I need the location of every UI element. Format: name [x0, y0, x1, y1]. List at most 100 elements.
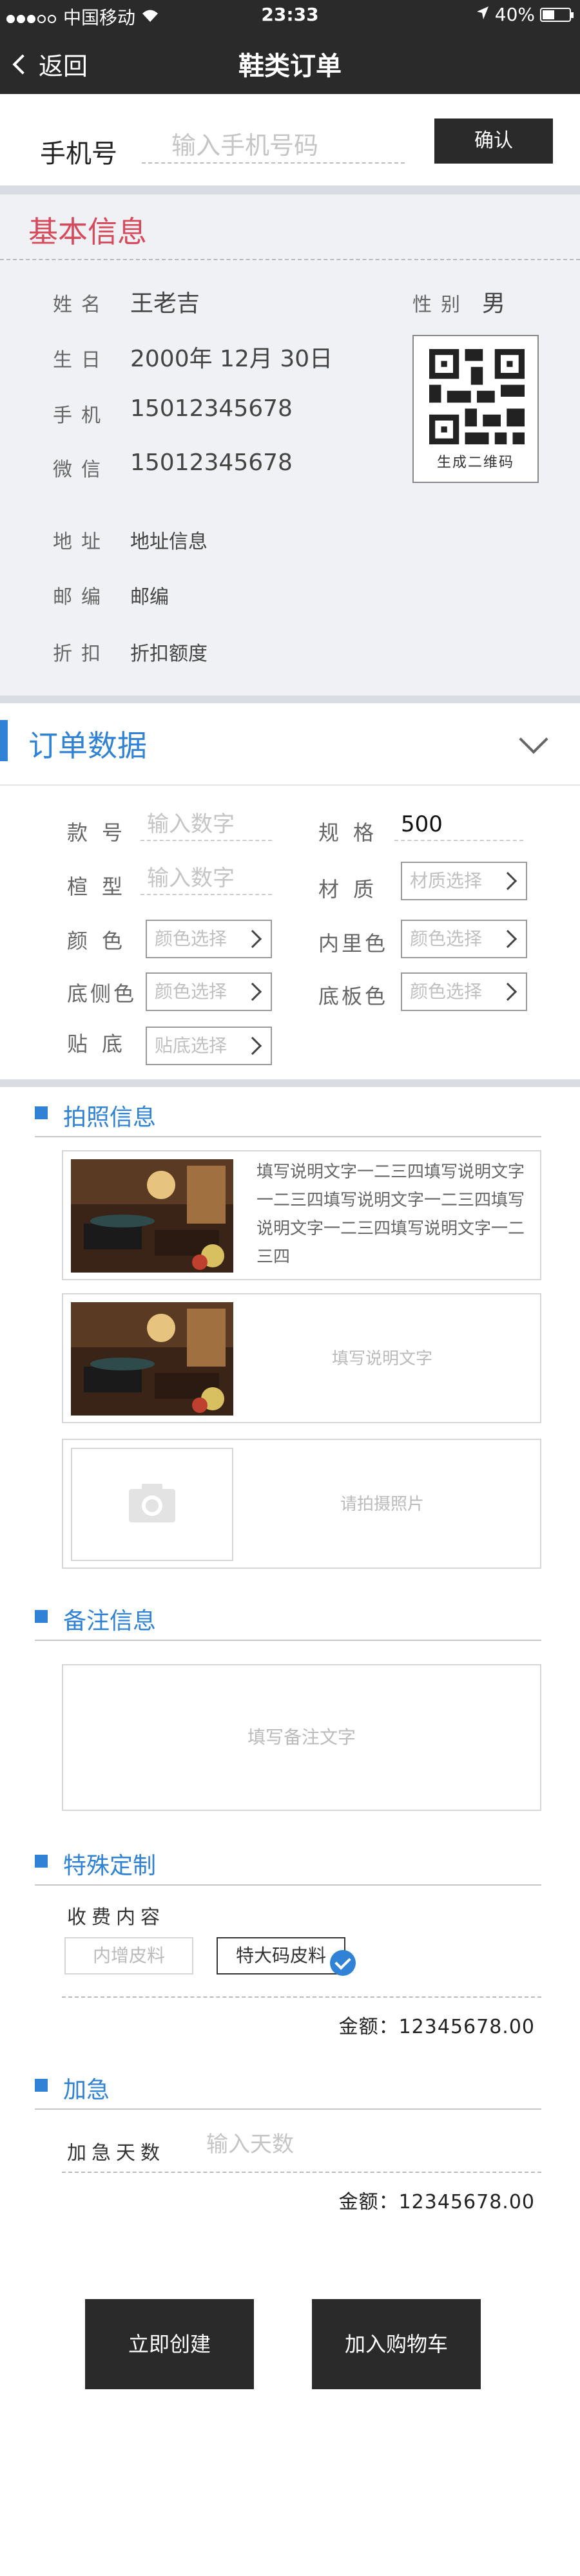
divider: [0, 1079, 580, 1087]
photo-description: 填写说明文字: [331, 1349, 432, 1368]
color-label: 颜色: [67, 929, 137, 953]
lining-color-select[interactable]: 颜色选择: [401, 920, 527, 958]
qr-generate-button[interactable]: 生成二维码: [412, 335, 539, 483]
battery-percent: 40%: [494, 4, 535, 25]
last-label: 楦型: [67, 875, 137, 899]
status-bar: 中国移动 23:33 40%: [0, 0, 580, 31]
gender-value: 男: [482, 290, 506, 317]
remark-info-header: 备注信息: [35, 1595, 541, 1641]
name-value: 王老吉: [130, 290, 200, 317]
add-to-cart-button[interactable]: 加入购物车: [312, 2299, 481, 2389]
postcode-value: 邮编: [130, 586, 169, 609]
discount-label: 折扣: [53, 643, 110, 665]
sole-side-color-select-text: 颜色选择: [155, 981, 227, 1002]
chevron-right-icon: [498, 929, 517, 949]
style-no-label: 款号: [67, 820, 137, 845]
urgent-title: 加急: [63, 2077, 110, 2103]
insole-label: 贴底: [67, 1032, 137, 1056]
section-marker: [35, 1106, 48, 1119]
option-chip[interactable]: 内增皮料: [64, 1937, 193, 1975]
chevron-right-icon: [498, 982, 517, 1001]
address-value: 地址信息: [130, 531, 208, 553]
restaurant-photo: [71, 1302, 233, 1416]
add-photo-card[interactable]: 请拍摄照片: [62, 1439, 541, 1569]
special-amount: 金额：12345678.00: [338, 2016, 535, 2038]
chevron-down-icon[interactable]: [519, 724, 548, 754]
material-label: 材质: [318, 877, 389, 902]
urgent-days-label: 加急天数: [67, 2142, 165, 2164]
order-data-header[interactable]: 订单数据: [0, 708, 580, 786]
create-now-button[interactable]: 立即创建: [85, 2299, 254, 2389]
phone-input[interactable]: 输入手机号码: [142, 128, 405, 164]
gender-label: 性别: [412, 294, 469, 316]
divider: [0, 259, 580, 260]
divider: [0, 185, 580, 194]
page-title: 鞋类订单: [238, 52, 342, 81]
sole-side-color-label: 底侧色: [67, 981, 137, 1006]
fee-content-label: 收费内容: [67, 1906, 165, 1929]
order-data-title: 订单数据: [28, 728, 147, 763]
option-chip-selected[interactable]: 特大码皮料: [217, 1937, 345, 1975]
name-label: 姓名: [53, 294, 110, 316]
sole-board-color-select-text: 颜色选择: [410, 981, 483, 1002]
wechat-value: 15012345678: [130, 450, 293, 476]
color-select[interactable]: 颜色选择: [146, 920, 272, 958]
birthday-value: 2000年 12月 30日: [130, 346, 333, 372]
discount-value: 折扣额度: [130, 643, 208, 665]
material-select-text: 材质选择: [410, 870, 483, 891]
remark-textarea[interactable]: 填写备注文字: [62, 1664, 541, 1811]
photo-info-title: 拍照信息: [63, 1104, 157, 1131]
mobile-value: 15012345678: [130, 395, 293, 422]
basic-info-title: 基本信息: [28, 214, 147, 249]
last-input[interactable]: 输入数字: [140, 864, 272, 895]
phone-label: 手机号: [40, 139, 117, 169]
divider: [62, 2172, 541, 2173]
phone-lookup-row: 手机号 输入手机号码 确认: [0, 94, 580, 185]
postcode-label: 邮编: [53, 586, 110, 609]
camera-placeholder[interactable]: [71, 1448, 233, 1561]
section-marker: [35, 2079, 48, 2092]
special-custom-header: 特殊定制: [35, 1839, 541, 1886]
section-marker: [35, 1610, 48, 1623]
lining-color-label: 内里色: [318, 931, 389, 956]
section-marker: [35, 1855, 48, 1868]
address-label: 地址: [53, 531, 110, 553]
location-icon: [476, 4, 490, 25]
qr-label: 生成二维码: [436, 455, 514, 471]
basic-info-panel: 基本信息 姓名 王老吉 性别 男 生日 2000年 12月 30日 手机 150…: [0, 194, 580, 698]
chevron-right-icon: [243, 929, 262, 949]
photo-info-header: 拍照信息: [35, 1091, 541, 1137]
check-icon: [330, 1950, 356, 1976]
wechat-label: 微信: [53, 459, 110, 481]
section-marker: [0, 720, 8, 761]
chevron-right-icon: [498, 871, 517, 891]
camera-icon: [129, 1484, 175, 1522]
style-no-input[interactable]: 输入数字: [140, 810, 272, 841]
sole-side-color-select[interactable]: 颜色选择: [146, 972, 272, 1011]
spec-input[interactable]: 500: [394, 810, 523, 841]
sole-board-color-label: 底板色: [318, 984, 389, 1009]
urgent-days-input[interactable]: 输入天数: [200, 2130, 406, 2161]
insole-select[interactable]: 贴底选择: [146, 1027, 272, 1065]
special-custom-title: 特殊定制: [63, 1853, 157, 1879]
restaurant-photo: [71, 1159, 233, 1273]
sole-board-color-select[interactable]: 颜色选择: [401, 972, 527, 1011]
urgent-header: 加急: [35, 2063, 541, 2110]
divider: [0, 784, 580, 786]
urgent-amount: 金额：12345678.00: [338, 2191, 535, 2213]
photo-card[interactable]: 填写说明文字一二三四填写说明文字一二三四填写说明文字一二三四填写说明文字一二三四…: [62, 1150, 541, 1280]
color-select-text: 颜色选择: [155, 928, 227, 949]
material-select[interactable]: 材质选择: [401, 862, 527, 900]
spec-label: 规格: [318, 820, 389, 845]
photo-description: 填写说明文字一二三四填写说明文字一二三四填写说明文字一二三四填写说明文字一二三四…: [256, 1162, 525, 1267]
nav-bar: 返回 鞋类订单: [0, 31, 580, 94]
divider: [0, 696, 580, 703]
qr-code-icon: [429, 349, 525, 444]
divider: [62, 1996, 541, 1998]
chevron-right-icon: [243, 1036, 262, 1056]
confirm-button[interactable]: 确认: [434, 118, 553, 164]
lining-color-select-text: 颜色选择: [410, 928, 483, 949]
insole-select-text: 贴底选择: [155, 1035, 227, 1056]
chevron-right-icon: [243, 982, 262, 1001]
photo-card[interactable]: 填写说明文字: [62, 1293, 541, 1423]
